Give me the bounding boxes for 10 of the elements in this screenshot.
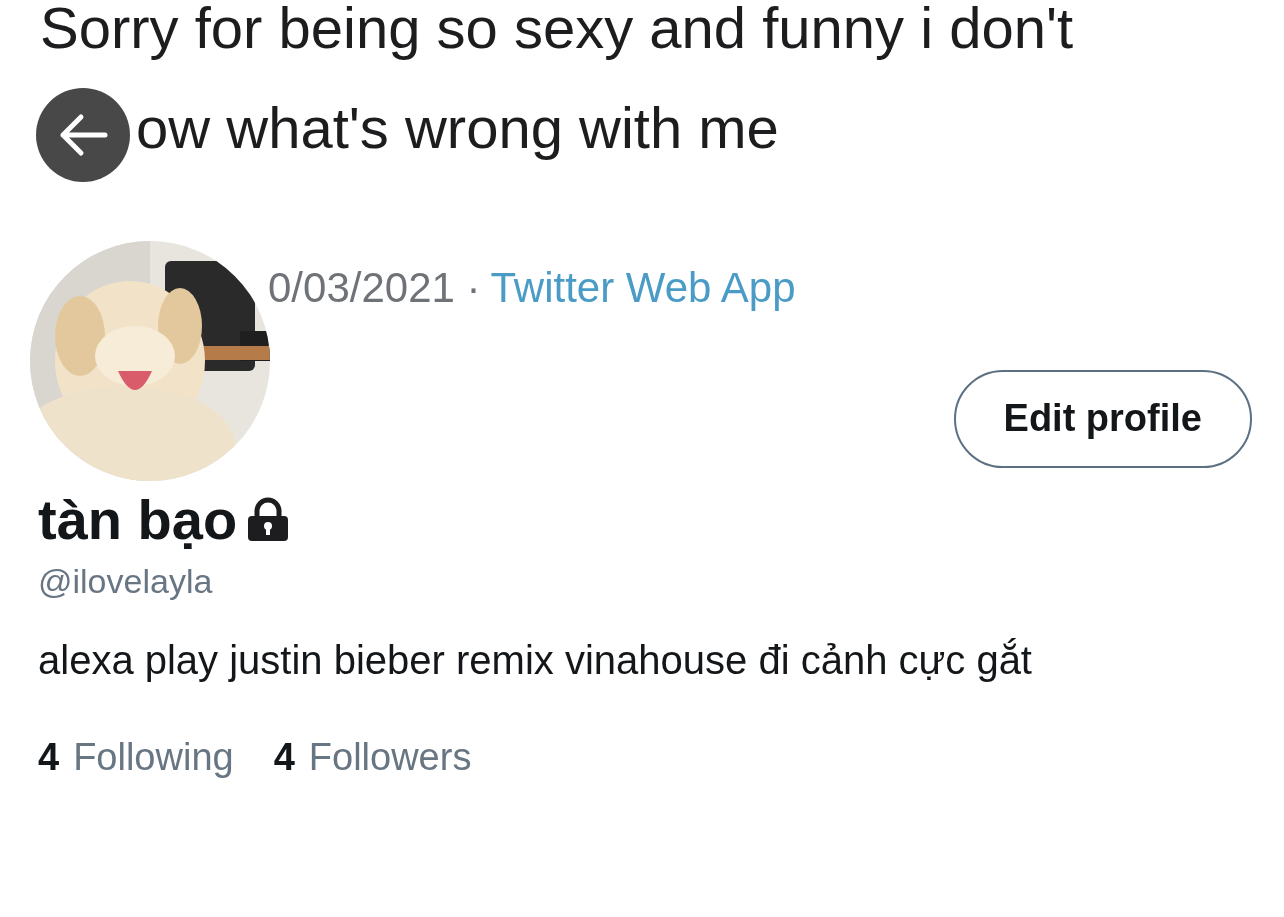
stat-link[interactable]: 4 Followers <box>273 728 472 786</box>
tweet-source: Twitter Web App <box>490 263 796 311</box>
profile-bio: alexa play justin bieber remix vinahouse đi cảnh cực gắt <box>38 636 1033 684</box>
tweet-text: ow what's wrong with me <box>136 95 779 160</box>
stat-link[interactable]: 4 Following <box>38 728 234 786</box>
tweet-text: Sorry for being so sexy and funny i don't <box>40 0 1074 60</box>
profile-name: tàn bạo <box>38 491 238 548</box>
tweet-date: 0/03/2021 · <box>268 263 481 311</box>
profile-handle: @ilovelayla <box>38 560 214 602</box>
edit-profile-button[interactable]: Edit profile <box>953 370 1252 468</box>
